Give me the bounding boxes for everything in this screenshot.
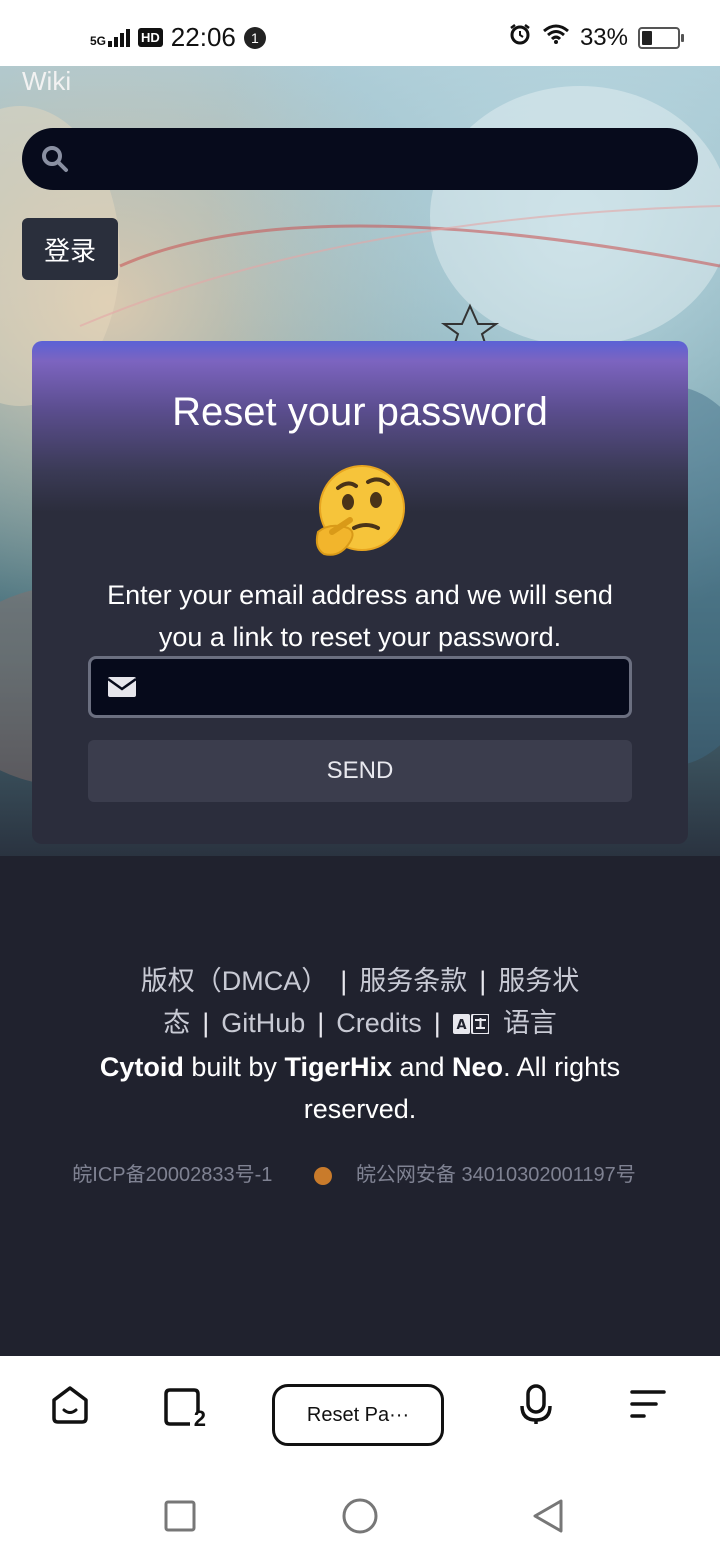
status-bar: 5G HD 22:06 1 33% bbox=[0, 0, 720, 66]
hd-icon: HD bbox=[138, 28, 163, 47]
home-button[interactable] bbox=[40, 1376, 100, 1436]
wiki-link[interactable]: Wiki bbox=[22, 66, 71, 97]
circle-icon bbox=[341, 1497, 379, 1539]
back-button[interactable] bbox=[526, 1496, 570, 1540]
email-field[interactable] bbox=[88, 656, 632, 718]
login-button[interactable]: 登录 bbox=[22, 218, 118, 280]
tigerhix-link[interactable]: TigerHix bbox=[284, 1052, 392, 1082]
current-tab-pill[interactable]: Reset Pa··· bbox=[272, 1384, 444, 1446]
recents-button[interactable] bbox=[158, 1496, 202, 1540]
network-type: 5G bbox=[90, 33, 107, 48]
home-icon bbox=[48, 1382, 92, 1430]
credit-and: and bbox=[391, 1051, 453, 1082]
back-triangle-icon bbox=[531, 1498, 565, 1538]
tabs-icon: 2 bbox=[160, 1384, 206, 1431]
footer-link-github[interactable]: GitHub bbox=[221, 1008, 305, 1038]
menu-icon bbox=[626, 1382, 670, 1430]
battery-icon bbox=[638, 26, 684, 49]
system-nav-bar bbox=[0, 1476, 720, 1560]
browser-toolbar: 2 Reset Pa··· bbox=[0, 1356, 720, 1476]
footer: 版权（DMCA） | 服务条款 | 服务状态 | GitHub | Credits | A 语言 Cy… bbox=[70, 960, 650, 1130]
police-record-text: 皖公网安备 34010302001197号 bbox=[355, 1164, 636, 1186]
microphone-icon bbox=[514, 1382, 558, 1430]
footer-link-credits[interactable]: Credits bbox=[336, 1008, 422, 1038]
square-icon bbox=[164, 1500, 196, 1536]
footer-links: 版权（DMCA） | 服务条款 | 服务状态 | GitHub | Credits | A 语言 bbox=[70, 960, 650, 1046]
clock: 22:06 bbox=[170, 22, 236, 52]
icp-link[interactable]: 皖ICP备20002833号-1 bbox=[72, 1164, 272, 1186]
tab-count: 2 bbox=[193, 1406, 206, 1431]
signal-icon: 5G bbox=[90, 28, 131, 48]
police-badge-icon bbox=[313, 1166, 332, 1185]
credit-text: built by bbox=[183, 1051, 285, 1082]
tabs-button[interactable]: 2 bbox=[152, 1376, 212, 1436]
wifi-icon bbox=[542, 23, 570, 52]
search-icon bbox=[40, 144, 70, 174]
svg-text:A: A bbox=[456, 1018, 466, 1033]
menu-button[interactable] bbox=[618, 1376, 678, 1436]
voice-button[interactable] bbox=[506, 1376, 566, 1436]
search-input[interactable] bbox=[22, 128, 698, 190]
footer-link-terms[interactable]: 服务条款 bbox=[359, 966, 467, 996]
current-tab-label: Reset Pa··· bbox=[306, 1403, 410, 1426]
credit-line: Cytoid built by TigerHix and Neo. All ri… bbox=[70, 1046, 650, 1130]
send-button[interactable]: SEND bbox=[88, 740, 632, 802]
thinking-face-icon bbox=[310, 462, 410, 562]
cytoid-link[interactable]: Cytoid bbox=[100, 1052, 184, 1082]
envelope-icon bbox=[107, 676, 137, 698]
page-title: Reset your password bbox=[172, 390, 548, 434]
language-label: 语言 bbox=[502, 1008, 557, 1038]
battery-percent: 33% bbox=[579, 23, 628, 51]
translate-icon: A bbox=[452, 1004, 490, 1046]
footer-link-dmca[interactable]: 版权（DMCA） bbox=[141, 966, 329, 996]
footer-link-language[interactable]: A 语言 bbox=[452, 1008, 557, 1038]
neo-link[interactable]: Neo bbox=[452, 1052, 503, 1082]
notification-badge: 1 bbox=[243, 26, 266, 49]
alarm-icon bbox=[508, 22, 532, 53]
icp-info: 皖ICP备20002833号-1 皖公网安备 34010302001197号 bbox=[0, 1158, 720, 1187]
reset-description: Enter your email address and we will sen… bbox=[107, 580, 613, 652]
home-nav-button[interactable] bbox=[338, 1496, 382, 1540]
police-record[interactable]: 皖公网安备 34010302001197号 bbox=[302, 1164, 648, 1186]
